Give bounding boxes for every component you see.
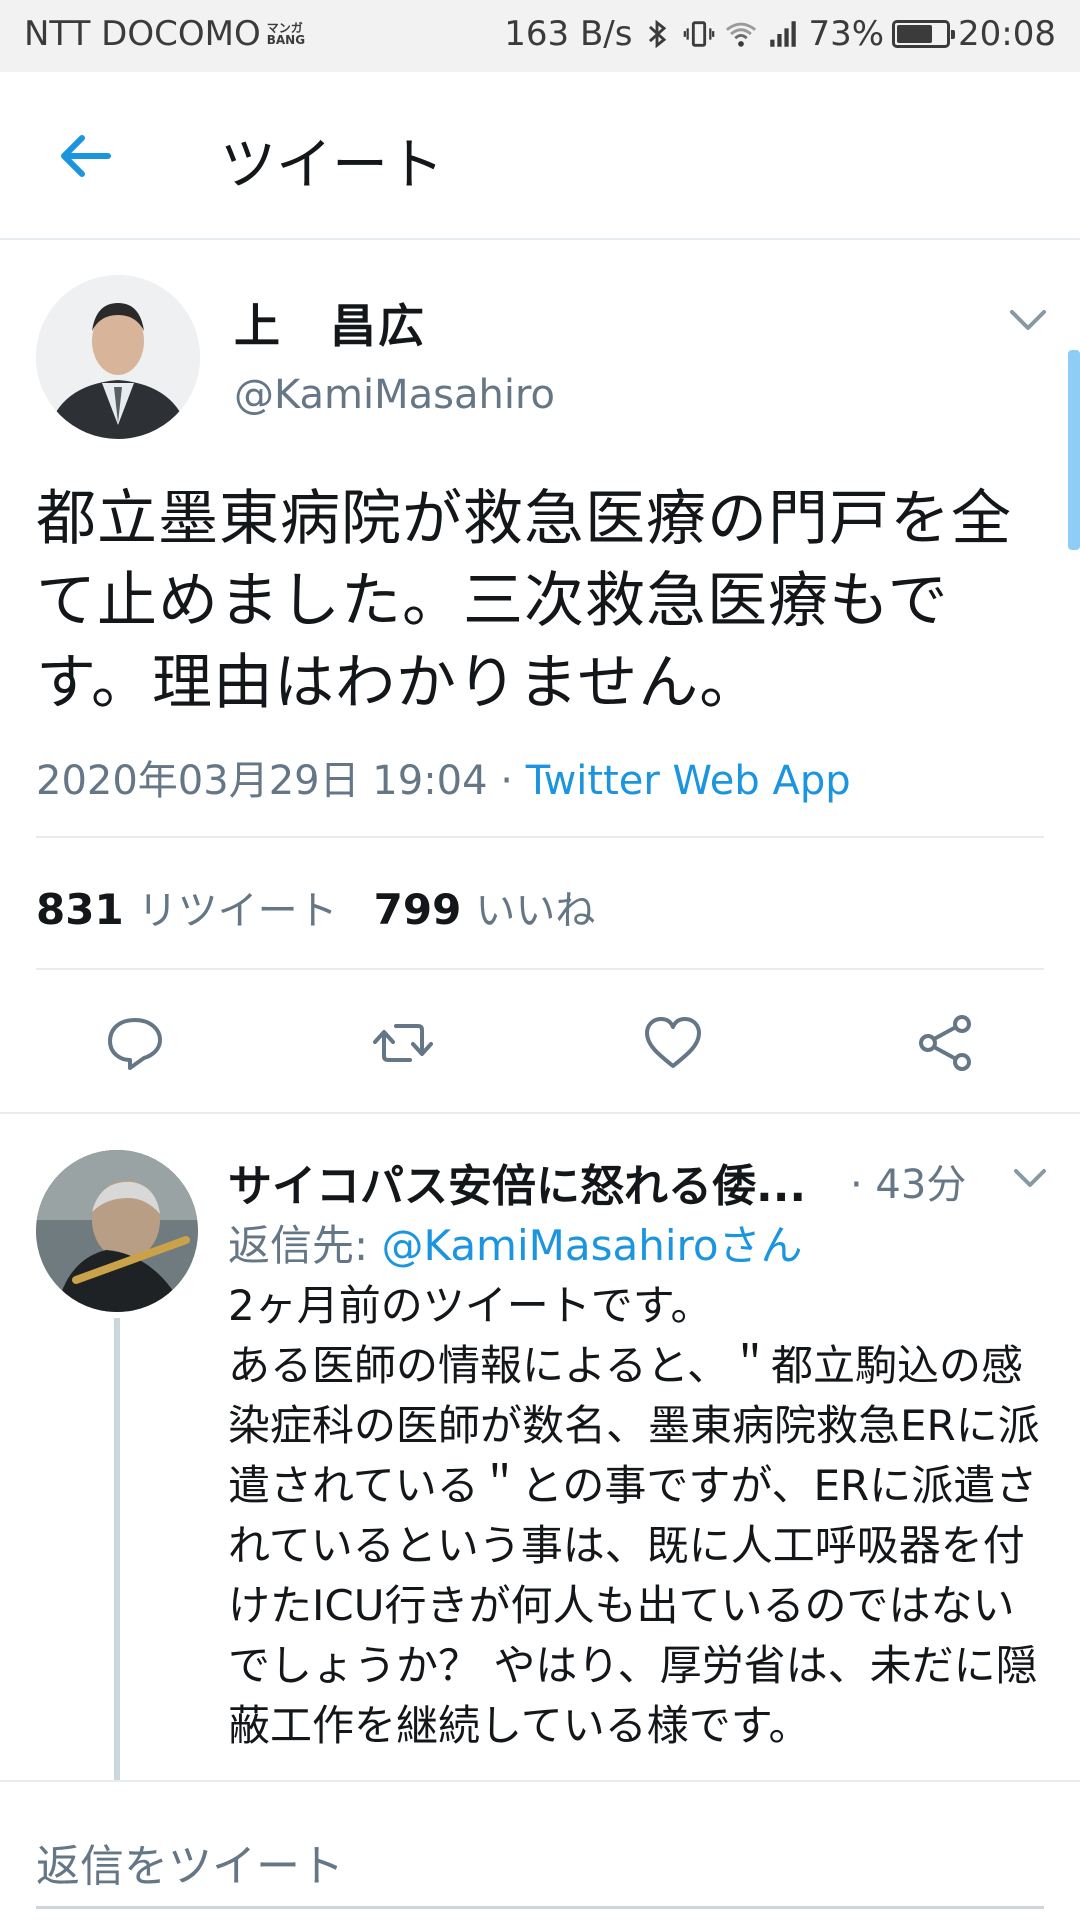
page-title: ツイート	[220, 133, 444, 198]
reply-author-name[interactable]: サイコパス安倍に怒れる倭...	[228, 1150, 806, 1214]
chevron-down-icon[interactable]	[1010, 1162, 1050, 1194]
thread-line	[114, 1318, 120, 1780]
reply-to-label: 返信先:	[228, 1221, 382, 1270]
avatar-portrait	[36, 275, 200, 439]
bluetooth-icon	[649, 19, 667, 49]
reply-icon[interactable]	[102, 1010, 168, 1076]
reply-text-paragraph: ある医師の情報によると、＂都立駒込の感染症科の医師が数名、墨東病院救急ERに派遣…	[228, 1341, 1040, 1750]
retweet-label[interactable]: リツイート	[138, 878, 338, 936]
reply-author-avatar[interactable]	[36, 1150, 198, 1312]
reply-text-line: 2ヶ月前のツイートです。	[228, 1281, 713, 1330]
battery-fill	[897, 25, 933, 43]
divider	[36, 968, 1044, 970]
status-bar-right: 163 B/s 73% 20:08	[504, 14, 1056, 54]
carrier-name: NTT DOCOMO	[24, 14, 261, 54]
retweet-icon[interactable]	[370, 1010, 436, 1076]
tweet-text: 都立墨東病院が救急医療の門戸を全て止めました。三次救急医療もです。理由はわかりま…	[36, 484, 1012, 718]
tweet-actions	[0, 1010, 1080, 1076]
app-header: ツイート	[0, 72, 1080, 240]
divider	[36, 836, 1044, 838]
share-icon[interactable]	[912, 1010, 978, 1076]
reply-time: · 43分	[850, 1162, 967, 1208]
wifi-icon	[726, 22, 757, 47]
signal-icon	[770, 21, 797, 47]
section-divider	[0, 1112, 1080, 1114]
reply-text: 2ヶ月前のツイートです。 ある医師の情報によると、＂都立駒込の感染症科の医師が数…	[228, 1276, 1048, 1778]
status-bar: NTT DOCOMO マンガ BANG 163 B/s 73% 20:08	[0, 0, 1080, 72]
like-label[interactable]: いいね	[475, 878, 595, 936]
heart-icon[interactable]	[640, 1010, 706, 1076]
input-underline	[36, 1906, 1044, 1909]
reply-to-mention[interactable]: @KamiMasahiroさん	[382, 1221, 803, 1270]
vibrate-icon	[684, 21, 715, 47]
author-name[interactable]: 上 昌広	[234, 290, 426, 356]
arrow-left-icon[interactable]	[54, 124, 118, 188]
status-bar-left: NTT DOCOMO マンガ BANG	[24, 14, 306, 54]
tweet-meta: 2020年03月29日 19:04 · Twitter Web App	[36, 748, 851, 806]
battery-percent: 73%	[808, 14, 885, 54]
network-speed: 163 B/s	[504, 14, 633, 54]
author-handle[interactable]: @KamiMasahiro	[234, 372, 555, 418]
scroll-indicator[interactable]	[1068, 350, 1080, 550]
tweet-date: 2020年03月29日 19:04	[36, 758, 488, 804]
reply-compose-bar: 返信をツイート	[0, 1780, 1080, 1920]
clock: 20:08	[958, 14, 1056, 54]
tweet-source-link[interactable]: Twitter Web App	[526, 758, 851, 804]
reply-to-line: 返信先: @KamiMasahiroさん	[228, 1212, 803, 1273]
chevron-down-icon[interactable]	[1006, 302, 1050, 338]
tweet-stats: 831 リツイート 799 いいね	[36, 878, 631, 936]
meta-separator: ·	[487, 758, 526, 804]
reply-input[interactable]: 返信をツイート	[36, 1830, 344, 1894]
retweet-count[interactable]: 831	[36, 885, 124, 934]
battery-icon	[892, 20, 956, 48]
carrier-tag: マンガ BANG	[266, 21, 306, 47]
author-avatar[interactable]	[36, 275, 200, 439]
avatar-photo	[36, 1150, 198, 1312]
like-count[interactable]: 799	[374, 885, 462, 934]
